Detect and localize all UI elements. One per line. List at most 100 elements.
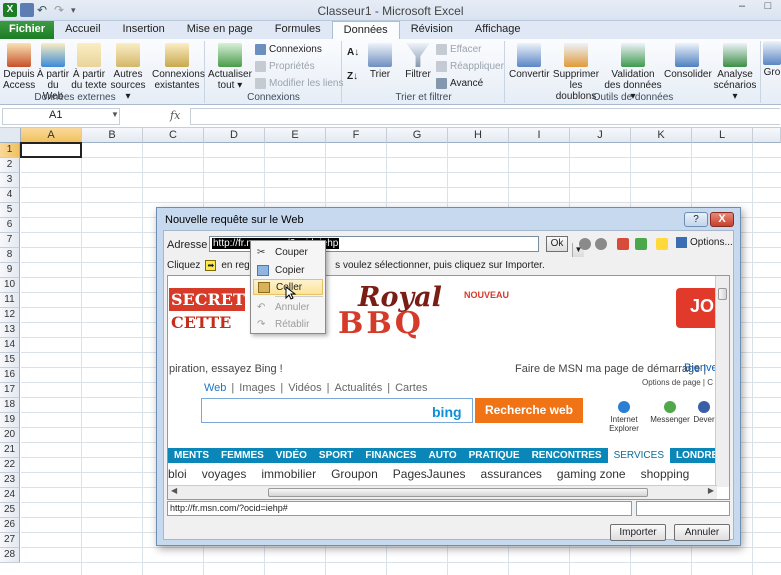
- nav-item[interactable]: SERVICES: [607, 448, 670, 463]
- consolidate-button[interactable]: Consolider: [664, 43, 712, 80]
- sort-az-button[interactable]: A↓: [347, 47, 359, 58]
- show-icons-icon[interactable]: [656, 238, 668, 250]
- nav-item[interactable]: RENCONTRES: [526, 448, 608, 463]
- search-tab-web[interactable]: Web: [204, 382, 226, 394]
- existing-connections-button[interactable]: Connexions existantes: [152, 43, 205, 91]
- web-search-input[interactable]: bing: [201, 398, 473, 423]
- bing-promo-text[interactable]: piration, essayez Bing !: [169, 363, 283, 375]
- nav-item[interactable]: FINANCES: [359, 448, 422, 463]
- close-button[interactable]: X: [710, 212, 734, 227]
- name-box[interactable]: A1: [2, 108, 120, 125]
- row-header[interactable]: 8: [0, 248, 20, 263]
- row-header[interactable]: 13: [0, 323, 20, 338]
- search-tab-videos[interactable]: Vidéos: [288, 382, 321, 394]
- tab-mise-en-page[interactable]: Mise en page: [176, 21, 264, 39]
- active-cell-a1[interactable]: [20, 142, 82, 158]
- advanced-filter-button[interactable]: Avancé: [436, 78, 483, 89]
- scroll-right-icon[interactable]: ▶: [708, 486, 714, 495]
- messenger-link[interactable]: Messenger: [650, 401, 690, 424]
- column-header[interactable]: C: [143, 128, 204, 143]
- horizontal-scroll-thumb[interactable]: [268, 488, 648, 497]
- row-header[interactable]: 2: [0, 158, 20, 173]
- ok-button[interactable]: Ok: [546, 236, 568, 252]
- properties-button[interactable]: Propriétés: [255, 61, 315, 72]
- menu-item-undo[interactable]: ↶ Annuler: [253, 299, 323, 315]
- cancel-button[interactable]: Annuler: [674, 524, 730, 541]
- tab-formules[interactable]: Formules: [264, 21, 332, 39]
- column-header[interactable]: L: [692, 128, 753, 143]
- nav-item[interactable]: PRATIQUE: [463, 448, 526, 463]
- filter-button[interactable]: Filtrer: [403, 43, 433, 80]
- column-header[interactable]: K: [631, 128, 692, 143]
- msn-homepage-link[interactable]: Faire de MSN ma page de démarrage |: [515, 363, 706, 375]
- search-tab-news[interactable]: Actualités: [335, 382, 383, 394]
- row-header[interactable]: 1: [0, 143, 20, 158]
- quick-link[interactable]: assurances: [481, 467, 542, 481]
- nav-item[interactable]: MENTS: [168, 448, 215, 463]
- scroll-left-icon[interactable]: ◀: [171, 486, 177, 495]
- import-button[interactable]: Importer: [610, 524, 666, 541]
- row-header[interactable]: 19: [0, 413, 20, 428]
- back-icon[interactable]: [579, 238, 591, 250]
- nav-item[interactable]: FEMMES: [215, 448, 270, 463]
- tab-affichage[interactable]: Affichage: [464, 21, 532, 39]
- row-header[interactable]: 16: [0, 368, 20, 383]
- vertical-scrollbar[interactable]: [715, 276, 729, 487]
- column-header[interactable]: H: [448, 128, 509, 143]
- nav-item[interactable]: VIDÉO: [270, 448, 313, 463]
- row-header[interactable]: 11: [0, 293, 20, 308]
- row-header[interactable]: 21: [0, 443, 20, 458]
- select-all-corner[interactable]: [0, 128, 21, 143]
- tab-donnees[interactable]: Données: [331, 21, 400, 40]
- row-header[interactable]: 25: [0, 503, 20, 518]
- quick-link[interactable]: immobilier: [261, 467, 316, 481]
- nav-item[interactable]: SPORT: [313, 448, 359, 463]
- search-tab-images[interactable]: Images: [239, 382, 275, 394]
- row-header[interactable]: 12: [0, 308, 20, 323]
- sort-button[interactable]: Trier: [367, 43, 393, 80]
- forward-icon[interactable]: [595, 238, 607, 250]
- quick-link[interactable]: PagesJaunes: [393, 467, 466, 481]
- row-header[interactable]: 7: [0, 233, 20, 248]
- formula-input[interactable]: [190, 108, 780, 125]
- column-header[interactable]: A: [21, 128, 82, 143]
- help-button[interactable]: ?: [684, 212, 708, 227]
- menu-item-redo[interactable]: ↷ Rétablir: [253, 316, 323, 332]
- tab-insertion[interactable]: Insertion: [112, 21, 176, 39]
- row-header[interactable]: 6: [0, 218, 20, 233]
- tab-accueil[interactable]: Accueil: [54, 21, 111, 39]
- page-options-link[interactable]: Options de page | C: [642, 378, 713, 387]
- connections-button[interactable]: Connexions: [255, 44, 322, 55]
- edit-links-button[interactable]: Modifier les liens: [255, 78, 343, 89]
- menu-item-cut[interactable]: ✂ Couper: [253, 244, 323, 260]
- column-header[interactable]: [753, 128, 781, 143]
- quick-link[interactable]: gaming zone: [557, 467, 626, 481]
- column-header[interactable]: B: [82, 128, 143, 143]
- column-header[interactable]: J: [570, 128, 631, 143]
- column-header[interactable]: F: [326, 128, 387, 143]
- tab-revision[interactable]: Révision: [400, 21, 464, 39]
- options-button[interactable]: Options...: [676, 237, 733, 248]
- row-header[interactable]: 15: [0, 353, 20, 368]
- menu-item-copy[interactable]: Copier: [253, 262, 323, 278]
- row-header[interactable]: 26: [0, 518, 20, 533]
- insert-function-icon[interactable]: fx: [170, 109, 180, 122]
- refresh-page-icon[interactable]: [635, 238, 647, 250]
- row-header[interactable]: 23: [0, 473, 20, 488]
- row-header[interactable]: 20: [0, 428, 20, 443]
- quick-link[interactable]: shopping: [641, 467, 690, 481]
- column-header[interactable]: D: [204, 128, 265, 143]
- quick-link[interactable]: bloi: [168, 467, 187, 481]
- row-header[interactable]: 27: [0, 533, 20, 548]
- row-header[interactable]: 4: [0, 188, 20, 203]
- horizontal-scrollbar[interactable]: ◀ ▶: [168, 485, 717, 499]
- refresh-all-button[interactable]: Actualiser tout ▾: [208, 43, 252, 91]
- reapply-button[interactable]: Réappliquer: [436, 61, 504, 72]
- row-header[interactable]: 5: [0, 203, 20, 218]
- dever-link[interactable]: Dever: [692, 401, 716, 424]
- row-header[interactable]: 3: [0, 173, 20, 188]
- group-button[interactable]: Gro: [763, 41, 781, 78]
- stop-icon[interactable]: [617, 238, 629, 250]
- clear-filter-button[interactable]: Effacer: [436, 44, 482, 55]
- maximize-icon[interactable]: □: [755, 0, 781, 18]
